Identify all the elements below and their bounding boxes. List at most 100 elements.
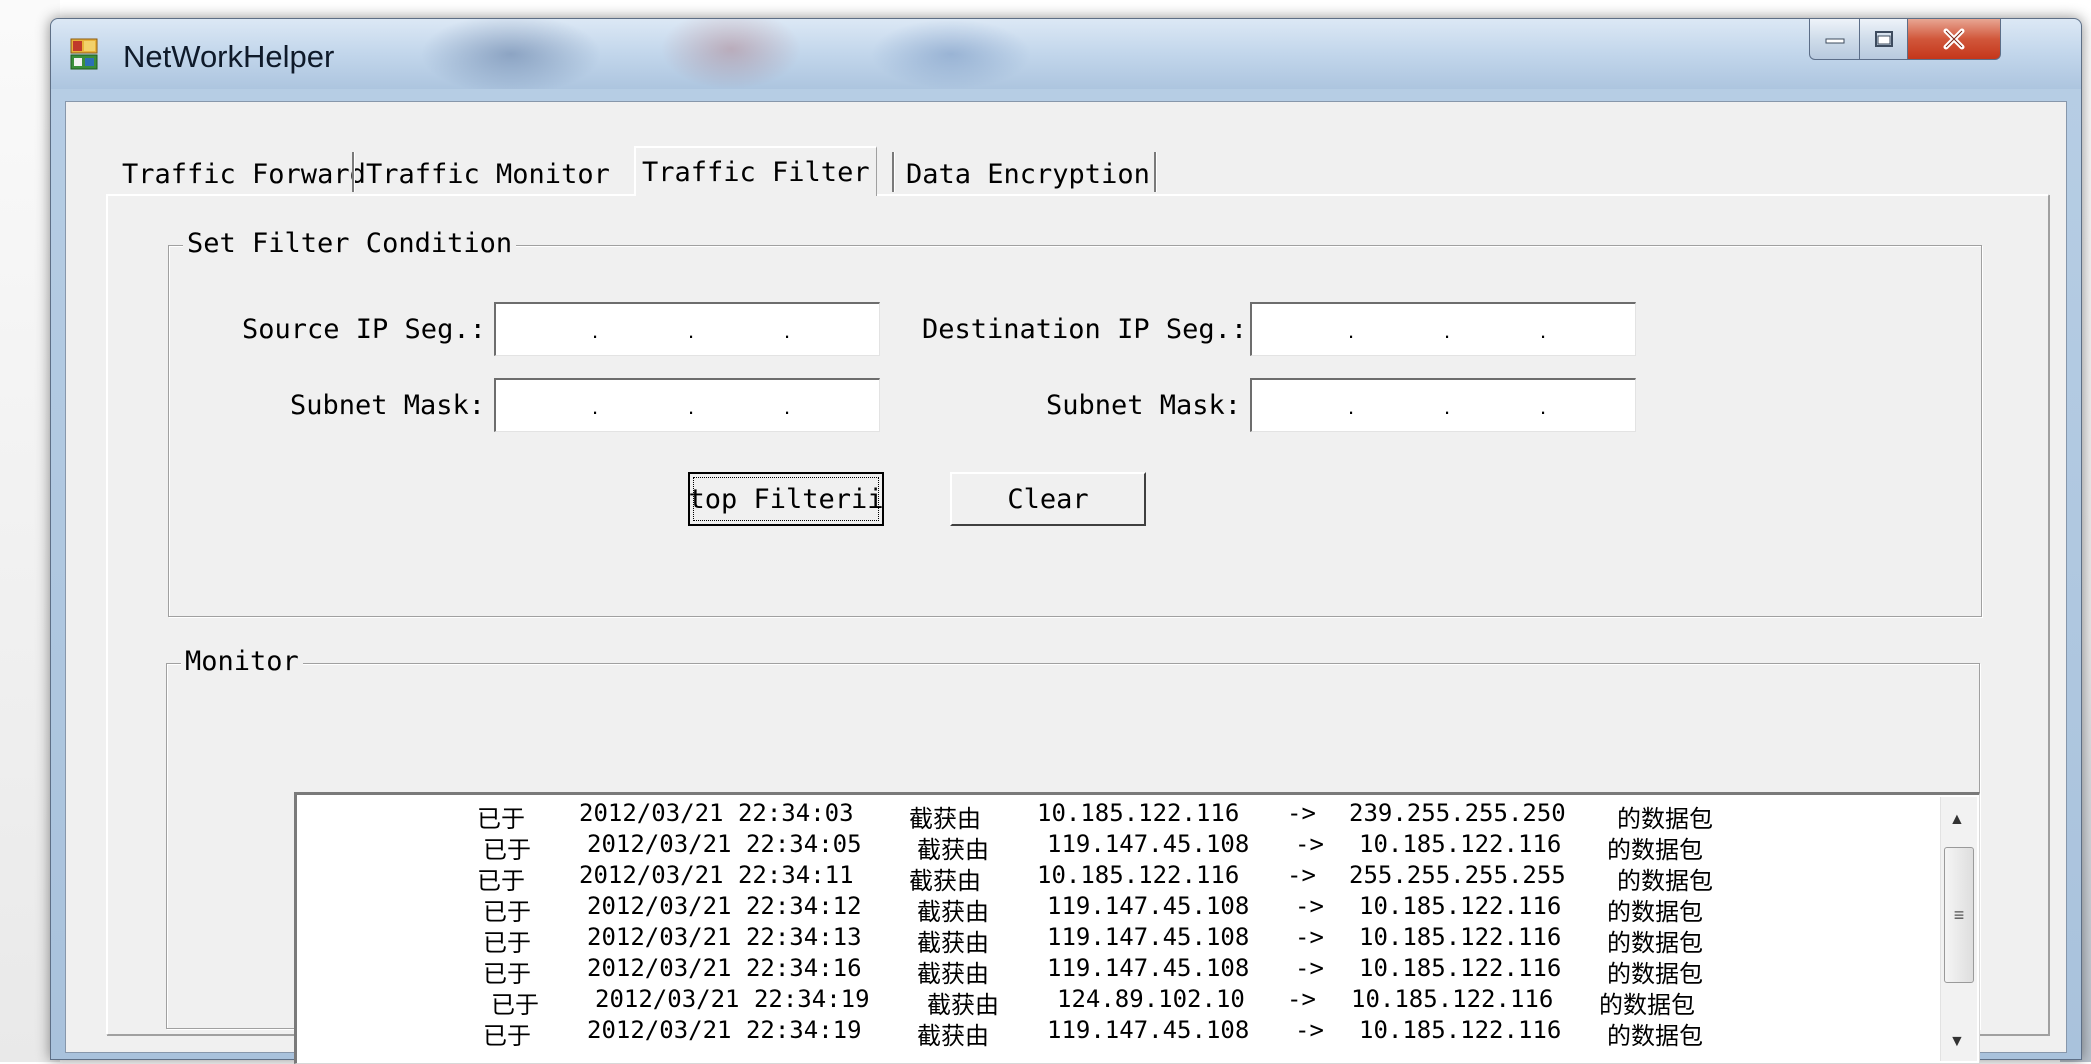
minimize-icon <box>1825 38 1845 44</box>
log-verb: 截获由 <box>917 1022 989 1050</box>
log-prefix: 已于 <box>483 836 531 864</box>
client-area: Traffic Forward Traffic Monitor Traffic … <box>65 101 2067 1064</box>
log-arrow: -> <box>1295 923 1324 951</box>
log-suffix: 的数据包 <box>1607 836 1703 864</box>
log-destination-ip: 10.185.122.116 <box>1351 985 1554 1013</box>
destination-subnet-mask-label: Subnet Mask: <box>1046 390 1242 421</box>
log-row: 已于 2012/03/21 22:34:11 截获由 10.185.122.11… <box>297 861 1897 895</box>
log-arrow: -> <box>1287 985 1316 1013</box>
log-row: 已于 2012/03/21 22:34:05 截获由 119.147.45.10… <box>297 830 1897 864</box>
minimize-button[interactable] <box>1809 19 1861 60</box>
log-source-ip: 10.185.122.116 <box>1037 799 1240 827</box>
log-time: 2012/03/21 22:34:11 <box>579 861 854 889</box>
destination-ip-label: Destination IP Seg.: <box>922 314 1248 345</box>
log-arrow: -> <box>1295 830 1324 858</box>
tab-traffic-filter[interactable]: Traffic Filter <box>634 146 877 196</box>
tab-traffic-monitor[interactable]: Traffic Monitor <box>360 154 616 194</box>
ip-dot: . <box>592 318 599 343</box>
log-row: 已于 2012/03/21 22:34:19 截获由 124.89.102.10… <box>297 985 1897 1019</box>
monitor-legend: Monitor <box>181 646 303 677</box>
log-verb: 截获由 <box>909 805 981 833</box>
log-time: 2012/03/21 22:34:03 <box>579 799 854 827</box>
scroll-down-icon[interactable]: ▼ <box>1949 1033 1965 1051</box>
log-verb: 截获由 <box>917 929 989 957</box>
log-prefix: 已于 <box>491 991 539 1019</box>
ip-dot: . <box>1348 394 1355 419</box>
stop-filtering-button[interactable]: top Filterii <box>688 472 884 526</box>
source-subnet-mask-label: Subnet Mask: <box>290 390 486 421</box>
log-source-ip: 10.185.122.116 <box>1037 861 1240 889</box>
tab-separator <box>892 152 895 192</box>
source-ip-input[interactable]: . . . <box>494 302 880 356</box>
close-icon <box>1943 28 1965 50</box>
filter-condition-legend: Set Filter Condition <box>183 228 517 259</box>
tab-data-encryption[interactable]: Data Encryption <box>900 154 1156 194</box>
ip-dot: . <box>784 318 791 343</box>
log-destination-ip: 255.255.255.255 <box>1349 861 1566 889</box>
log-row: 已于 2012/03/21 22:34:19 截获由 119.147.45.10… <box>297 1016 1897 1050</box>
log-prefix: 已于 <box>483 929 531 957</box>
source-subnet-mask-input[interactable]: . . . <box>494 378 880 432</box>
stop-filtering-label: top Filterii <box>688 483 884 515</box>
log-destination-ip: 10.185.122.116 <box>1359 892 1562 920</box>
clear-button[interactable]: Clear <box>950 472 1146 526</box>
network-app-icon <box>70 38 98 70</box>
log-time: 2012/03/21 22:34:16 <box>587 954 862 982</box>
log-row: 已于 2012/03/21 22:34:03 截获由 10.185.122.11… <box>297 799 1897 833</box>
log-destination-ip: 10.185.122.116 <box>1359 923 1562 951</box>
destination-ip-input[interactable]: . . . <box>1250 302 1636 356</box>
tab-traffic-forward[interactable]: Traffic Forward <box>116 154 372 194</box>
log-suffix: 的数据包 <box>1607 929 1703 957</box>
log-time: 2012/03/21 22:34:12 <box>587 892 862 920</box>
log-row: 已于 2012/03/21 22:34:16 截获由 119.147.45.10… <box>297 954 1897 988</box>
log-suffix: 的数据包 <box>1607 1022 1703 1050</box>
log-time: 2012/03/21 22:34:19 <box>595 985 870 1013</box>
source-ip-label: Source IP Seg.: <box>242 314 486 345</box>
ip-dot: . <box>688 394 695 419</box>
title-bar[interactable]: NetWorkHelper <box>51 19 2081 89</box>
vertical-scrollbar[interactable]: ▲ ≡ ▼ <box>1940 797 1977 1061</box>
log-suffix: 的数据包 <box>1607 960 1703 988</box>
app-window: NetWorkHelper Traffic Forward Traffic Mo… <box>50 18 2082 1064</box>
log-time: 2012/03/21 22:34:13 <box>587 923 862 951</box>
ip-dot: . <box>688 318 695 343</box>
log-destination-ip: 239.255.255.250 <box>1349 799 1566 827</box>
tab-label: Traffic Forward <box>122 158 366 190</box>
log-arrow: -> <box>1295 1016 1324 1044</box>
log-source-ip: 119.147.45.108 <box>1047 1016 1250 1044</box>
log-time: 2012/03/21 22:34:05 <box>587 830 862 858</box>
log-destination-ip: 10.185.122.116 <box>1359 830 1562 858</box>
window-title: NetWorkHelper <box>123 39 335 74</box>
ip-dot: . <box>1444 318 1451 343</box>
log-source-ip: 124.89.102.10 <box>1057 985 1245 1013</box>
log-verb: 截获由 <box>927 991 999 1019</box>
close-button[interactable] <box>1907 19 2001 60</box>
filter-condition-group: Set Filter Condition <box>168 228 1982 617</box>
log-prefix: 已于 <box>477 805 525 833</box>
ip-dot: . <box>592 394 599 419</box>
log-source-ip: 119.147.45.108 <box>1047 923 1250 951</box>
log-prefix: 已于 <box>477 867 525 895</box>
destination-subnet-mask-input[interactable]: . . . <box>1250 378 1636 432</box>
ip-dot: . <box>1540 394 1547 419</box>
ip-dot: . <box>1348 318 1355 343</box>
tab-label: Traffic Monitor <box>366 158 610 190</box>
tab-separator <box>1154 152 1157 192</box>
log-verb: 截获由 <box>909 867 981 895</box>
log-arrow: -> <box>1295 954 1324 982</box>
log-source-ip: 119.147.45.108 <box>1047 892 1250 920</box>
log-prefix: 已于 <box>483 960 531 988</box>
log-arrow: -> <box>1287 799 1316 827</box>
log-destination-ip: 10.185.122.116 <box>1359 1016 1562 1044</box>
log-source-ip: 119.147.45.108 <box>1047 830 1250 858</box>
monitor-log-list[interactable]: 已于 2012/03/21 22:34:03 截获由 10.185.122.11… <box>294 792 1980 1064</box>
log-suffix: 的数据包 <box>1607 898 1703 926</box>
maximize-button[interactable] <box>1859 19 1909 60</box>
scroll-up-icon[interactable]: ▲ <box>1949 811 1965 829</box>
log-destination-ip: 10.185.122.116 <box>1359 954 1562 982</box>
log-source-ip: 119.147.45.108 <box>1047 954 1250 982</box>
scroll-thumb[interactable]: ≡ <box>1944 847 1974 983</box>
maximize-icon <box>1875 31 1893 47</box>
log-suffix: 的数据包 <box>1617 867 1713 895</box>
log-prefix: 已于 <box>483 898 531 926</box>
